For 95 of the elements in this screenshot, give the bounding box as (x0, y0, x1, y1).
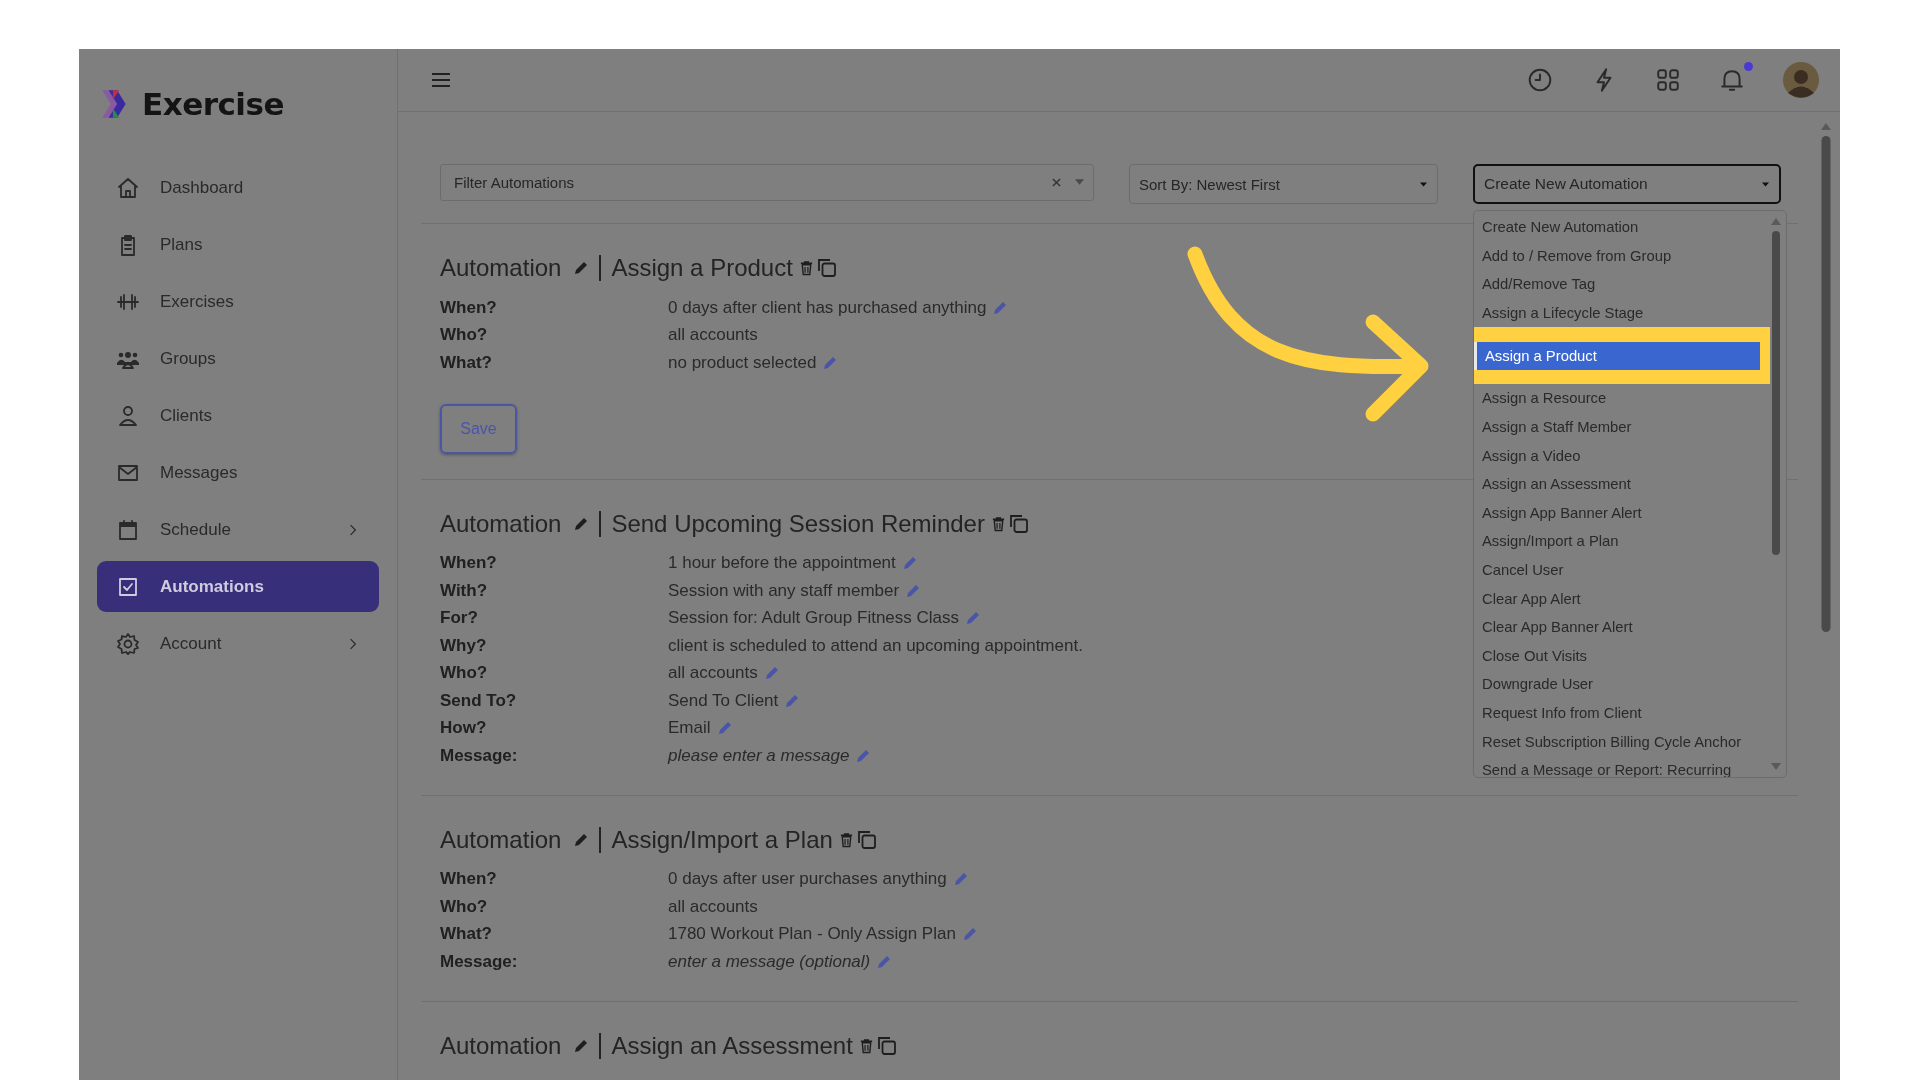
dropdown-option[interactable]: Assign a Resource (1482, 384, 1764, 413)
house-icon (116, 175, 140, 200)
field-label: Who? (440, 663, 489, 684)
automation-heading: Automation (440, 509, 562, 538)
dropdown-option[interactable]: Reset Subscription Billing Cycle Anchor (1482, 727, 1764, 757)
chevron-right-icon (349, 522, 357, 537)
chevron-right-icon (349, 636, 357, 651)
automation-name: Send Upcoming Session Reminder (611, 509, 985, 538)
field-value: Session for: Adult Group Fitness Class (668, 608, 960, 629)
calendar-icon (116, 517, 140, 542)
nav-item[interactable]: Groups (97, 333, 379, 384)
edit-icon[interactable] (573, 515, 590, 532)
field-value: Email (668, 718, 711, 739)
field-label: When? (440, 553, 498, 574)
field-value: client is scheduled to attend an upcoming appointment. (668, 635, 1083, 656)
field-label: Message: (440, 951, 519, 972)
field-label: With? (440, 580, 489, 601)
dropdown-option[interactable]: Clear App Alert (1482, 584, 1764, 614)
dropdown-option[interactable]: Add to / Remove from Group (1482, 241, 1764, 271)
dropdown-option[interactable]: Assign a Product (1474, 342, 1760, 371)
trash-icon[interactable] (798, 260, 814, 276)
trash-icon[interactable] (858, 1037, 874, 1054)
field-value: 1 hour before the appointment (668, 553, 896, 574)
field-label: Why? (440, 635, 488, 656)
field-label: Who? (440, 896, 489, 917)
dropdown-option[interactable]: Downgrade User (1482, 670, 1764, 699)
dropdown-option[interactable]: Assign a Lifecycle Stage (1482, 298, 1764, 328)
nav-item[interactable]: Plans (97, 219, 379, 270)
dropdown-option[interactable]: Cancel User (1482, 555, 1764, 585)
automation-name: Assign a Product (611, 254, 793, 282)
nav-item[interactable]: Clients (97, 390, 379, 441)
edit-icon[interactable] (573, 1037, 590, 1054)
dropdown-option[interactable]: Create New Automation (1482, 213, 1764, 242)
caret-icon (1420, 181, 1427, 187)
field-value: no product selected (668, 352, 817, 373)
field-value: Send To Client (668, 690, 779, 711)
dropdown-option[interactable]: Assign App Banner Alert (1482, 498, 1764, 528)
field-label: For? (440, 608, 479, 629)
automation-heading: Automation (440, 825, 562, 854)
dropdown-option[interactable]: Add/Remove Tag (1482, 270, 1764, 299)
app-name: Exercise (142, 86, 284, 122)
field-label: What? (440, 352, 493, 373)
bell-icon[interactable] (1719, 67, 1745, 93)
automation-name: Assign/Import a Plan (611, 825, 833, 854)
field-value: 1780 Workout Plan - Only Assign Plan (668, 924, 956, 945)
field-value: all accounts (668, 325, 758, 346)
field-label: Message: (440, 745, 519, 766)
filter-field[interactable]: Filter Automations (440, 164, 1094, 201)
field-value: all accounts (668, 896, 758, 917)
caret-icon (1762, 181, 1769, 187)
field-value: all accounts (668, 663, 758, 684)
field-label: When? (440, 869, 498, 890)
field-value: please enter a message (668, 745, 850, 766)
field-label: How? (440, 718, 488, 739)
grid-icon[interactable] (1655, 67, 1681, 93)
dropdown-option[interactable]: Close Out Visits (1482, 641, 1764, 671)
automation-name: Assign an Assessment (611, 1031, 853, 1060)
nav-item[interactable]: Messages (97, 447, 379, 498)
dropdown-option[interactable]: Assign/Import a Plan (1482, 527, 1764, 556)
field-value: enter a message (optional) (668, 951, 871, 972)
create-automation-select[interactable]: Create New Automation (1473, 164, 1781, 204)
edit-icon[interactable] (573, 260, 590, 276)
copy-icon[interactable] (876, 1035, 897, 1056)
field-label: Send To? (440, 690, 518, 711)
dropdown-option[interactable]: Assign a Staff Member (1482, 412, 1764, 442)
sort-select[interactable]: Sort By: Newest First (1129, 164, 1438, 204)
nav-item[interactable]: Schedule (97, 504, 379, 555)
dropdown-option[interactable]: Clear App Banner Alert (1482, 613, 1764, 642)
field-label: Who? (440, 325, 489, 346)
edit-icon[interactable] (573, 831, 590, 848)
nav-item[interactable]: Dashboard (97, 162, 379, 213)
nav-item[interactable]: Automations (97, 561, 379, 612)
nav-item[interactable]: Exercises (97, 276, 379, 327)
automation-heading: Automation (440, 254, 562, 282)
field-label: When? (440, 297, 498, 318)
field-label: What? (440, 924, 493, 945)
copy-icon[interactable] (1008, 513, 1029, 534)
field-value: 0 days after user purchases anything (668, 869, 947, 890)
clear-icon[interactable] (1052, 178, 1061, 187)
nav-item[interactable]: Account (97, 618, 379, 669)
automation-heading: Automation (440, 1031, 562, 1060)
dropdown-option[interactable]: Assign an Assessment (1482, 470, 1764, 499)
copy-icon[interactable] (856, 829, 877, 850)
dropdown-option[interactable]: Assign a Video (1482, 441, 1764, 471)
trash-icon[interactable] (990, 515, 1006, 532)
trash-icon[interactable] (838, 831, 854, 848)
copy-icon[interactable] (816, 258, 837, 278)
person-icon (116, 403, 140, 428)
field-value: Session with any staff member (668, 580, 900, 601)
avatar[interactable] (1783, 62, 1819, 98)
caret-icon[interactable] (1075, 179, 1084, 185)
field-value: 0 days after client has purchased anything (668, 297, 987, 318)
dropdown-option[interactable]: Request Info from Client (1482, 698, 1764, 728)
clock-icon[interactable] (1527, 67, 1553, 93)
gear-icon (116, 631, 140, 656)
